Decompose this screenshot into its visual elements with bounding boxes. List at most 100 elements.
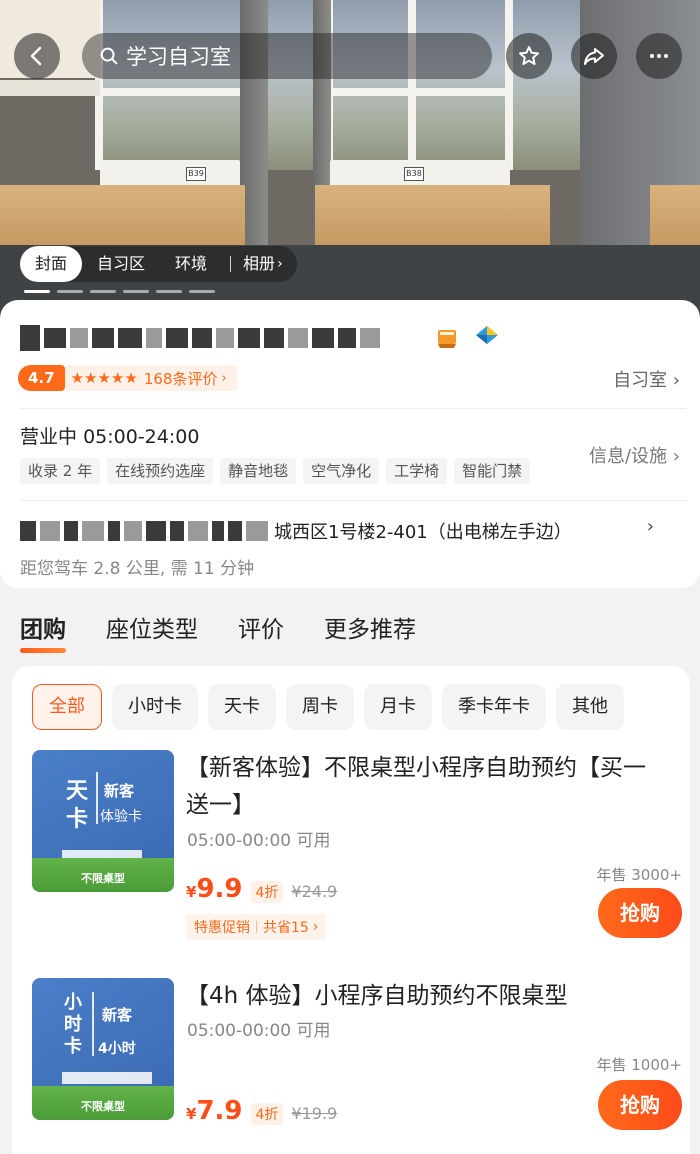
business-hours: 营业中 05:00-24:00 [20, 422, 199, 449]
rating-score: 4.7 [18, 365, 65, 391]
shop-name-redacted [20, 320, 380, 356]
deal-item[interactable]: 天卡 新客 体验卡 不限桌型 【新客体验】不限桌型小程序自助预约【买一送一】 0… [32, 750, 682, 950]
diamond-badge-icon [476, 326, 498, 344]
feature-tag: 工学椅 [386, 458, 448, 484]
hours-range: 05:00-24:00 [83, 426, 200, 448]
photo-pager [24, 290, 215, 293]
more-button[interactable] [636, 33, 682, 79]
hero-window-frame [330, 88, 510, 96]
hero-window-frame [408, 0, 416, 170]
deal-price: ¥7.9 [186, 1096, 243, 1126]
deal-valid-time: 05:00-00:00 可用 [187, 831, 331, 851]
feature-tag: 智能门禁 [454, 458, 531, 484]
favorite-button[interactable] [506, 33, 552, 79]
reviews-link[interactable]: ★★★★★ 168条评价 › [64, 365, 237, 391]
price-row: ¥9.9 4折 ¥24.9 [186, 874, 337, 904]
category-label: 自习室 [613, 370, 668, 391]
facilities-link[interactable]: 信息/设施 › [589, 442, 680, 468]
filter-hour-card[interactable]: 小时卡 [112, 684, 198, 730]
deal-thumbnail: 小时卡 新客 4小时 不限桌型 [32, 978, 174, 1120]
pager-dot [90, 290, 116, 293]
thumb-footer: 不限桌型 [81, 872, 125, 885]
business-status: 营业中 [20, 426, 78, 448]
filter-other[interactable]: 其他 [556, 684, 624, 730]
tab-seat-types[interactable]: 座位类型 [106, 610, 198, 650]
feature-tag: 静音地毯 [220, 458, 297, 484]
pager-dot [189, 290, 215, 293]
star-icon [519, 46, 539, 65]
original-price: ¥19.9 [291, 1104, 338, 1123]
feature-tag: 在线预约选座 [107, 458, 214, 484]
hero-window-frame [505, 0, 513, 170]
thumb-subtitle: 体验卡 [100, 809, 142, 825]
photo-category-tabs: 封面 自习区 环境 相册 › [20, 246, 297, 282]
tab-reviews[interactable]: 评价 [238, 610, 284, 650]
tab-more-recommendations[interactable]: 更多推荐 [324, 610, 416, 650]
chevron-right-icon: › [672, 446, 680, 467]
category-link[interactable]: 自习室 › [613, 366, 680, 392]
promo-saving: 共省15 [263, 920, 309, 936]
feature-tag: 空气净化 [303, 458, 380, 484]
share-button[interactable] [571, 33, 617, 79]
discount-badge: 4折 [250, 1103, 284, 1125]
more-icon [650, 54, 668, 58]
search-icon [100, 47, 118, 65]
hero-window-frame [95, 88, 245, 96]
divider [20, 408, 686, 409]
address-link[interactable]: 城西区1号楼2-401（出电梯左手边） [20, 516, 572, 546]
pager-dot [123, 290, 149, 293]
rating-stars: ★★★★★ [70, 369, 138, 387]
rating-row[interactable]: 4.7 ★★★★★ 168条评价 › [18, 364, 237, 392]
thumb-tag: 新客 [104, 782, 135, 800]
thumb-footer: 不限桌型 [81, 1100, 125, 1113]
thumb-tag: 新客 [102, 1006, 133, 1024]
seat-label: B39 [186, 167, 206, 181]
review-count: 168条评价 [143, 369, 218, 388]
deals-card: 全部 小时卡 天卡 周卡 月卡 季卡年卡 其他 天卡 新客 体验卡 不限桌型 【… [12, 666, 690, 1154]
chevron-right-icon: › [672, 370, 680, 391]
search-text: 学习自习室 [126, 45, 231, 69]
promo-badge[interactable]: 特惠促销 共省15 › [186, 914, 327, 940]
tab-study-area[interactable]: 自习区 [82, 246, 160, 282]
filter-season-year-card[interactable]: 季卡年卡 [442, 684, 546, 730]
tab-group-buy[interactable]: 团购 [20, 610, 66, 653]
deal-title: 【新客体验】不限桌型小程序自助预约【买一送一】 [186, 755, 646, 818]
original-price: ¥24.9 [291, 882, 338, 901]
filter-month-card[interactable]: 月卡 [364, 684, 432, 730]
filter-week-card[interactable]: 周卡 [286, 684, 354, 730]
facilities-label: 信息/设施 [588, 446, 668, 467]
section-tabs: 团购 座位类型 评价 更多推荐 [20, 610, 416, 653]
promo-label: 特惠促销 [194, 920, 250, 936]
chevron-right-icon: › [312, 919, 319, 935]
price-row: ¥7.9 4折 ¥19.9 [186, 1096, 337, 1126]
filter-day-card[interactable]: 天卡 [208, 684, 276, 730]
shop-info-card: 4.7 ★★★★★ 168条评价 › 自习室 › 营业中 05:00-24:00… [0, 300, 700, 588]
buy-button[interactable]: 抢购 [598, 888, 682, 938]
pager-dot [24, 290, 50, 293]
hero-desk [0, 185, 245, 245]
album-label: 相册 [243, 254, 276, 273]
filter-all[interactable]: 全部 [32, 684, 102, 730]
seat-label: B38 [404, 167, 424, 181]
deal-sales: 年售 3000+ [596, 866, 682, 884]
back-button[interactable] [14, 33, 60, 79]
chevron-right-icon: › [646, 516, 654, 537]
thumb-subtitle: 4小时 [98, 1041, 136, 1057]
tab-environment[interactable]: 环境 [160, 246, 222, 282]
hero-desk [315, 185, 550, 245]
discount-badge: 4折 [250, 881, 284, 903]
deal-valid-time: 05:00-00:00 可用 [187, 1021, 331, 1041]
pager-dot [57, 290, 83, 293]
hero-window-view [95, 0, 645, 170]
deal-item[interactable]: 小时卡 新客 4小时 不限桌型 【4h 体验】小程序自助预约不限桌型 05:00… [32, 978, 682, 1148]
tab-cover[interactable]: 封面 [20, 246, 83, 282]
deal-thumbnail: 天卡 新客 体验卡 不限桌型 [32, 750, 174, 892]
pager-dot [156, 290, 182, 293]
deal-price: ¥9.9 [186, 874, 243, 904]
buy-button[interactable]: 抢购 [598, 1080, 682, 1130]
divider [20, 500, 686, 501]
album-link[interactable]: 相册 › [235, 246, 283, 282]
distance-info: 距您驾车 2.8 公里, 需 11 分钟 [20, 559, 255, 579]
search-bar[interactable]: 学习自习室 [82, 33, 492, 79]
chevron-right-icon: › [221, 370, 227, 386]
